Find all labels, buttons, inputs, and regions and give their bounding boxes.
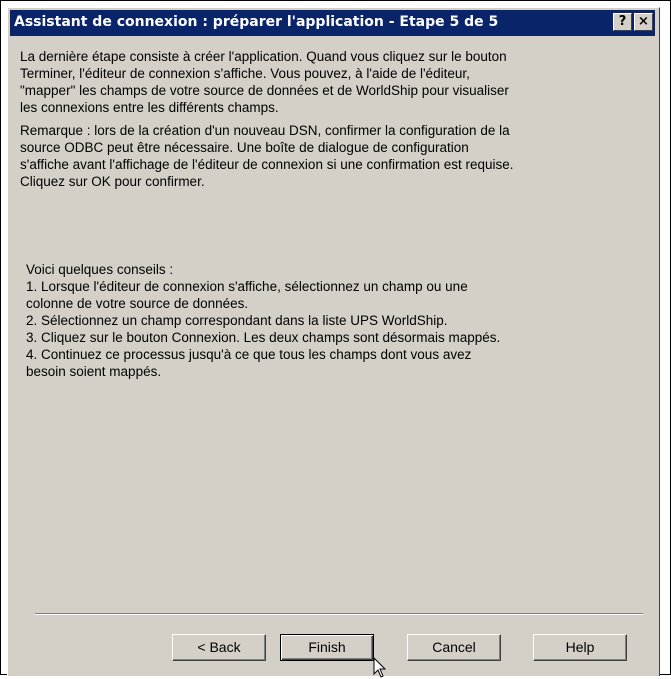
help-button[interactable]: Help [533,634,627,661]
tips-intro: Voici quelques conseils : [26,262,174,277]
remark-paragraph: Remarque : lors de la création d'un nouv… [20,123,514,189]
instructions: La dernière étape consiste à créer l'app… [20,48,645,196]
back-button[interactable]: < Back [172,634,266,661]
close-icon[interactable]: × [634,13,653,31]
wizard-dialog: Assistant de connexion : préparer l'appl… [7,7,660,678]
arrow-cursor-icon [373,657,387,678]
finish-button[interactable]: Finish [280,634,374,661]
tips-section: Voici quelques conseils : 1. Lorsque l'é… [26,261,646,380]
help-icon[interactable]: ? [613,13,632,31]
tip-item: 1. Lorsque l'éditeur de connexion s'affi… [26,279,468,311]
screenshot-frame: Assistant de connexion : préparer l'appl… [0,0,671,678]
title-bar[interactable]: Assistant de connexion : préparer l'appl… [10,10,655,36]
tip-item: 2. Sélectionnez un champ correspondant d… [26,313,448,328]
separator-line [35,613,643,615]
intro-paragraph: La dernière étape consiste à créer l'app… [20,49,509,115]
cancel-button[interactable]: Cancel [407,634,501,661]
window-title: Assistant de connexion : préparer l'appl… [14,14,499,30]
tip-item: 3. Cliquez sur le bouton Connexion. Les … [26,330,501,345]
tip-item: 4. Continuez ce processus jusqu'à ce que… [26,347,472,379]
